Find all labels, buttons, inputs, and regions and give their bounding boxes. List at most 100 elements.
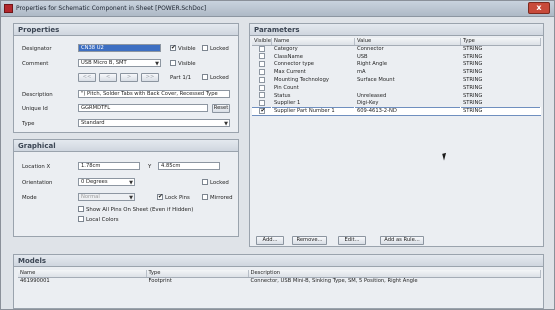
location-y-input[interactable]: 4.85cm (158, 162, 220, 170)
mirrored-checkbox[interactable] (202, 194, 208, 200)
properties-dialog: Properties for Schematic Component in Sh… (0, 0, 555, 310)
parameter-name[interactable]: Pin Count (271, 84, 354, 92)
comment-select[interactable]: USB Micro B, SMT ▼ (78, 59, 161, 67)
parameter-name[interactable]: Status (271, 92, 354, 100)
parameter-value[interactable]: Unreleased (354, 92, 460, 100)
edit-parameter-button[interactable]: Edit... (338, 236, 366, 245)
graphical-locked-label: Locked (210, 180, 229, 186)
parameter-row[interactable]: Category Connector STRING (252, 45, 541, 53)
comment-label: Comment (22, 61, 49, 67)
parameter-visible-checkbox[interactable] (259, 45, 266, 52)
parameter-value[interactable] (354, 84, 460, 92)
unique-id-input[interactable]: GGRMDTFL (78, 104, 208, 112)
prev-part-button[interactable]: < (99, 73, 117, 82)
parameter-visible-checkbox[interactable] (259, 76, 266, 83)
first-part-button[interactable]: << (78, 73, 96, 82)
parameter-value[interactable]: mA (354, 68, 460, 76)
parameter-name[interactable]: Connector type (271, 61, 354, 69)
col-model-description[interactable]: Description (248, 270, 541, 278)
parameter-name[interactable]: Supplier 1 (271, 100, 354, 108)
title-bar[interactable]: Properties for Schematic Component in Sh… (1, 1, 554, 17)
next-part-button[interactable]: > (120, 73, 138, 82)
model-type[interactable]: Footprint (146, 277, 248, 285)
parameter-visible-checkbox[interactable] (259, 92, 266, 99)
local-colors-label: Local Colors (86, 217, 119, 223)
parameter-row[interactable]: ClassName USB STRING (252, 53, 541, 61)
location-x-label: Location X (22, 164, 51, 170)
parameter-name[interactable]: ClassName (271, 53, 354, 61)
add-as-rule-button[interactable]: Add as Rule... (380, 236, 424, 245)
part-locked-checkbox[interactable] (202, 74, 208, 80)
parameter-row[interactable]: Supplier 1 Digi-Key STRING (252, 99, 541, 108)
col-type[interactable]: Type (460, 38, 542, 46)
parameter-name[interactable]: Category (271, 45, 354, 53)
mode-select[interactable]: Normal ▼ (78, 193, 135, 201)
models-header: Models (14, 255, 543, 267)
parameter-type[interactable]: STRING (460, 61, 540, 69)
unique-id-label: Unique Id (22, 106, 48, 112)
col-model-name[interactable]: Name (18, 270, 147, 278)
model-name[interactable]: 461990001 (18, 277, 146, 285)
parameter-row[interactable]: Status Unreleased STRING (252, 92, 541, 100)
parameter-type[interactable]: STRING (460, 84, 540, 92)
parameter-value[interactable]: 609-4613-2-ND (354, 106, 461, 116)
parameter-type[interactable]: STRING (460, 45, 540, 53)
designator-visible-checkbox[interactable] (170, 44, 176, 51)
lock-pins-label: Lock Pins (165, 195, 190, 201)
parameter-visible-checkbox[interactable] (259, 61, 266, 68)
parameter-type[interactable]: STRING (460, 92, 540, 100)
type-select[interactable]: Standard ▼ (78, 119, 230, 127)
last-part-button[interactable]: >> (141, 73, 159, 82)
parameter-row[interactable]: Mounting Technology Surface Mount STRING (252, 76, 541, 84)
parameter-type[interactable]: STRING (460, 68, 540, 76)
parameter-row[interactable]: Supplier Part Number 1609-4613-2-NDSTRIN… (252, 106, 541, 116)
part-locked-label: Locked (210, 75, 229, 81)
parameter-type[interactable]: STRING (460, 53, 540, 61)
parameter-type[interactable]: STRING (460, 76, 540, 84)
parameter-row[interactable]: Pin Count STRING (252, 84, 541, 92)
remove-parameter-button[interactable]: Remove... (292, 236, 327, 245)
col-model-type[interactable]: Type (146, 270, 249, 278)
designator-input[interactable]: CN38 U2 (78, 44, 161, 52)
description-input[interactable]: ") Pitch, Solder Tabs with Back Cover, R… (78, 90, 230, 98)
col-name[interactable]: Name (271, 38, 355, 46)
parameter-value[interactable]: Surface Mount (354, 76, 460, 84)
parameter-value[interactable]: Digi-Key (354, 100, 460, 108)
parameter-row[interactable]: Max Current mA STRING (252, 68, 541, 76)
part-label: Part 1/1 (170, 75, 192, 81)
parameter-visible-checkbox[interactable] (259, 84, 266, 91)
lock-pins-checkbox[interactable] (157, 193, 163, 200)
show-all-pins-checkbox[interactable] (78, 206, 84, 212)
col-value[interactable]: Value (354, 38, 461, 46)
parameter-name[interactable]: Supplier Part Number 1 (271, 106, 355, 116)
parameter-name[interactable]: Mounting Technology (271, 76, 354, 84)
model-row[interactable]: 461990001 Footprint Connector, USB Mini-B,… (18, 277, 541, 285)
add-parameter-button[interactable]: Add... (256, 236, 284, 245)
close-button[interactable]: x (528, 2, 550, 14)
designator-locked-checkbox[interactable] (202, 45, 208, 51)
col-visible[interactable]: Visible (252, 38, 272, 46)
reset-button[interactable]: Reset (212, 104, 230, 113)
parameter-value[interactable]: Right Angle (354, 61, 460, 69)
parameter-visible-checkbox[interactable] (259, 99, 266, 106)
parameter-value[interactable]: Connector (354, 45, 460, 53)
chevron-down-icon: ▼ (129, 180, 133, 186)
orientation-label: Orientation (22, 180, 53, 186)
model-description[interactable]: Connector, USB Mini-B, Sinking Type, SM,… (248, 277, 541, 285)
parameter-type[interactable]: STRING (460, 106, 541, 116)
parameter-value[interactable]: USB (354, 53, 460, 61)
properties-panel: Properties Designator CN38 U2 Visible Lo… (13, 23, 239, 133)
graphical-panel: Graphical Location X 1.78cm Y 4.85cm Ori… (13, 139, 239, 237)
parameters-table: Visible Name Value Type Category Connecto… (252, 38, 542, 116)
orientation-select[interactable]: 0 Degrees ▼ (78, 178, 135, 186)
parameter-row[interactable]: Connector type Right Angle STRING (252, 61, 541, 69)
location-x-input[interactable]: 1.78cm (78, 162, 140, 170)
graphical-locked-checkbox[interactable] (202, 179, 208, 185)
parameter-visible-checkbox[interactable] (259, 53, 266, 60)
parameter-visible-checkbox[interactable] (259, 69, 266, 76)
local-colors-checkbox[interactable] (78, 216, 84, 222)
parameter-visible-checkbox[interactable] (259, 107, 266, 115)
comment-visible-checkbox[interactable] (170, 60, 176, 66)
parameter-type[interactable]: STRING (460, 100, 540, 108)
parameter-name[interactable]: Max Current (271, 68, 354, 76)
